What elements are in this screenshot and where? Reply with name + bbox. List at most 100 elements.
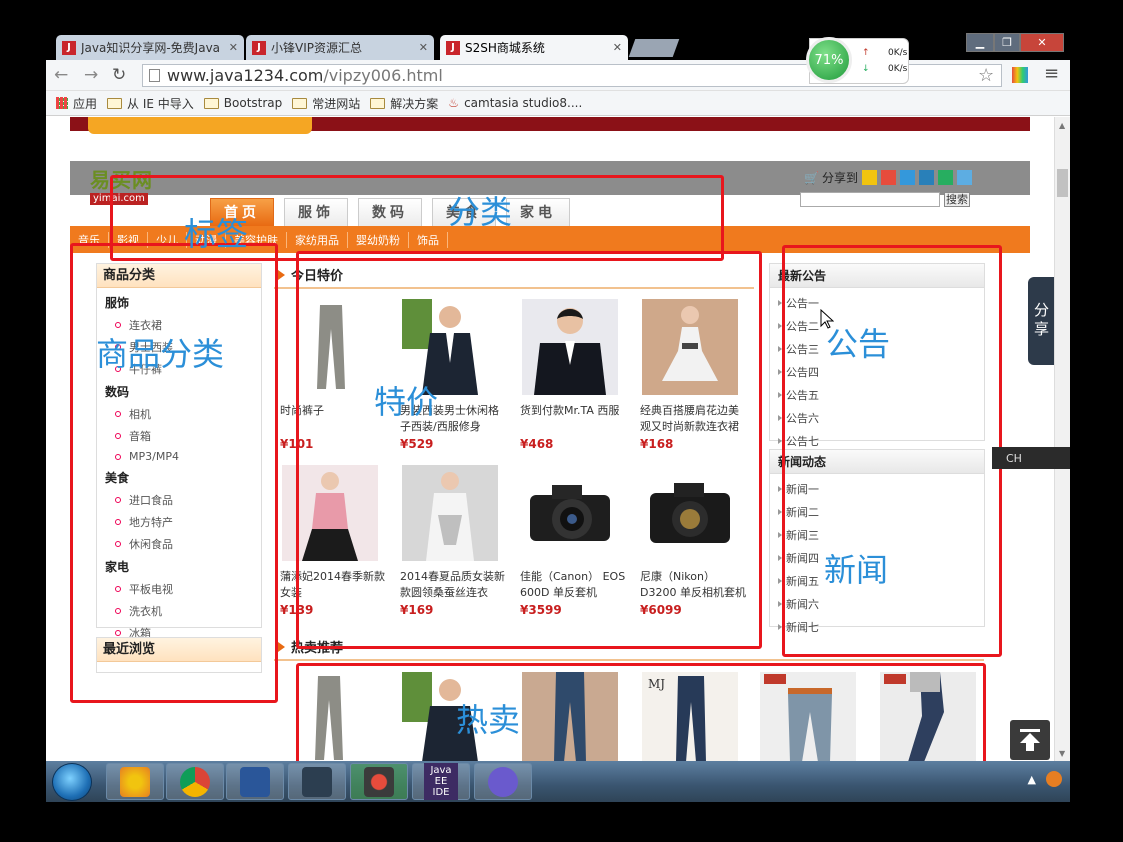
bookmarks-bar: 应用 从 IE 中导入 Bootstrap 常进网站 解决方案 ♨ camtasi… [46,91,1070,116]
more-share-icon[interactable] [956,170,972,185]
bookmark-solutions[interactable]: 解决方案 [370,95,438,112]
bookmark-apps[interactable]: 应用 [56,95,97,112]
annotation-news: 新闻 [824,551,889,589]
arrow-icon [278,641,285,652]
url-host: www.java1234.com [167,66,324,85]
scroll-thumb[interactable] [1057,169,1068,197]
java-icon: J [252,40,266,55]
camtasia-icon: ♨ [448,96,460,110]
banner-tab [88,117,312,134]
forward-icon[interactable]: → [84,65,98,85]
maximize-button[interactable]: ❐ [994,33,1020,52]
taskbar-app-word[interactable] [226,763,284,800]
menu-icon[interactable]: ≡ [1044,63,1059,84]
share-label: 分享到 [821,171,858,185]
annotation-box-specials [296,251,762,649]
taskbar-app-java-ee[interactable]: Java EE IDE [412,763,470,800]
cart-icon: 🛒 [804,170,819,185]
hot-divider [274,659,984,661]
tray-arrow-icon[interactable]: ▲ [1028,773,1036,786]
window-controls: ▁ ❐ ✕ [966,33,1064,52]
java-icon: J [446,40,460,55]
folder-icon [370,97,386,109]
web-page: 易买网 yimai.com 🛒 分享到 搜索 首页 服饰 数码 美食 家电 音乐… [46,117,1054,761]
scroll-up-icon[interactable]: ▲ [1059,121,1065,130]
java-ee-ide-label: Java EE IDE [424,763,458,800]
search-input[interactable] [800,192,940,207]
eclipse-icon [488,766,518,797]
record-icon [364,766,394,797]
url-path: /vipzy006.html [323,66,443,85]
taskbar-app-chrome[interactable] [166,763,224,800]
tab-java-knowledge[interactable]: J Java知识分享网-免费Java ✕ [56,35,244,60]
wechat-icon[interactable] [937,170,953,185]
annotation-notice: 公告 [826,325,891,363]
folder-icon [203,97,219,109]
annotation-specials: 特价 [374,383,439,421]
browser-toolbar: ← → ↻ www.java1234.com/vipzy006.html ☆ ≡ [46,60,1070,91]
share-floating-button[interactable]: 分享 [1028,277,1054,365]
folder-icon [107,97,123,109]
tencent-icon[interactable] [899,170,915,185]
start-button[interactable] [52,763,92,801]
bookmark-bootstrap[interactable]: Bootstrap [203,96,283,110]
bookmark-label: Bootstrap [223,96,283,110]
scroll-down-icon[interactable]: ▼ [1059,749,1065,758]
weibo-icon[interactable] [880,170,896,185]
back-icon[interactable]: ← [54,65,68,85]
download-speed: 0K/s [888,64,908,74]
page-icon [149,69,160,82]
windows-explorer-icon [120,766,150,797]
taskbar-app-red[interactable] [350,763,408,800]
annotation-box-goods-category [70,243,278,703]
tab-title: 小锋VIP资源汇总 [271,41,362,55]
vertical-scrollbar[interactable]: ▲ ▼ [1054,117,1070,761]
bookmark-label: 解决方案 [390,96,439,111]
close-window-button[interactable]: ✕ [1020,33,1064,52]
bookmark-label: 从 IE 中导入 [127,96,194,111]
taskbar-app-terminal[interactable] [288,763,346,800]
download-arrow-icon: ↓ [862,64,870,74]
terminal-icon [302,766,332,797]
upload-speed: 0K/s [888,48,908,58]
tab-title: S2SH商城系统 [465,41,545,55]
folder-icon [292,97,308,109]
minimize-button[interactable]: ▁ [966,33,994,52]
ime-label: CH [1006,451,1022,465]
mouse-cursor-icon [820,309,834,329]
bookmark-label: 常进网站 [312,96,361,111]
system-tray: ▲ [1028,771,1062,787]
renren-icon[interactable] [918,170,934,185]
taskbar-app-explorer[interactable] [106,763,164,800]
search-button[interactable]: 搜索 [944,192,970,207]
input-method-bar[interactable]: CH [992,447,1070,469]
tab-strip: J Java知识分享网-免费Java ✕ J 小锋VIP资源汇总 ✕ J S2S… [46,33,1070,60]
back-to-top-button[interactable] [1010,720,1050,760]
share-bar: 🛒 分享到 [804,169,972,186]
network-speed-widget[interactable]: 71% ↑ 0K/s ↓ 0K/s [806,37,909,84]
bookmark-frequent-sites[interactable]: 常进网站 [292,95,360,112]
bookmark-ie-import[interactable]: 从 IE 中导入 [107,95,194,112]
bookmark-label: camtasia studio8.... [464,96,583,110]
new-tab-button[interactable] [628,39,680,57]
annotation-goods-category: 商品分类 [96,335,225,373]
tab-title: Java知识分享网-免费Java [81,41,221,55]
bookmark-star-icon[interactable]: ☆ [978,65,994,86]
annotation-box-hot [296,663,986,761]
chrome-icon [180,766,210,797]
qzone-icon[interactable] [861,170,877,185]
close-icon[interactable]: ✕ [229,41,238,54]
tab-s2sh-mall[interactable]: J S2SH商城系统 ✕ [440,35,628,60]
reload-icon[interactable]: ↻ [112,65,126,85]
tray-app-icon[interactable] [1046,771,1062,787]
bookmark-camtasia[interactable]: ♨ camtasia studio8.... [448,96,582,110]
arrow-up-icon [1020,729,1040,751]
extension-icon[interactable] [1012,67,1028,83]
taskbar-app-eclipse[interactable] [474,763,532,800]
annotation-category: 分类 [448,193,513,231]
bookmark-label: 应用 [73,96,98,111]
tab-vip-resources[interactable]: J 小锋VIP资源汇总 ✕ [246,35,434,60]
close-icon[interactable]: ✕ [419,41,428,54]
close-icon[interactable]: ✕ [613,41,622,54]
browser-window: J Java知识分享网-免费Java ✕ J 小锋VIP资源汇总 ✕ J S2S… [46,33,1070,802]
